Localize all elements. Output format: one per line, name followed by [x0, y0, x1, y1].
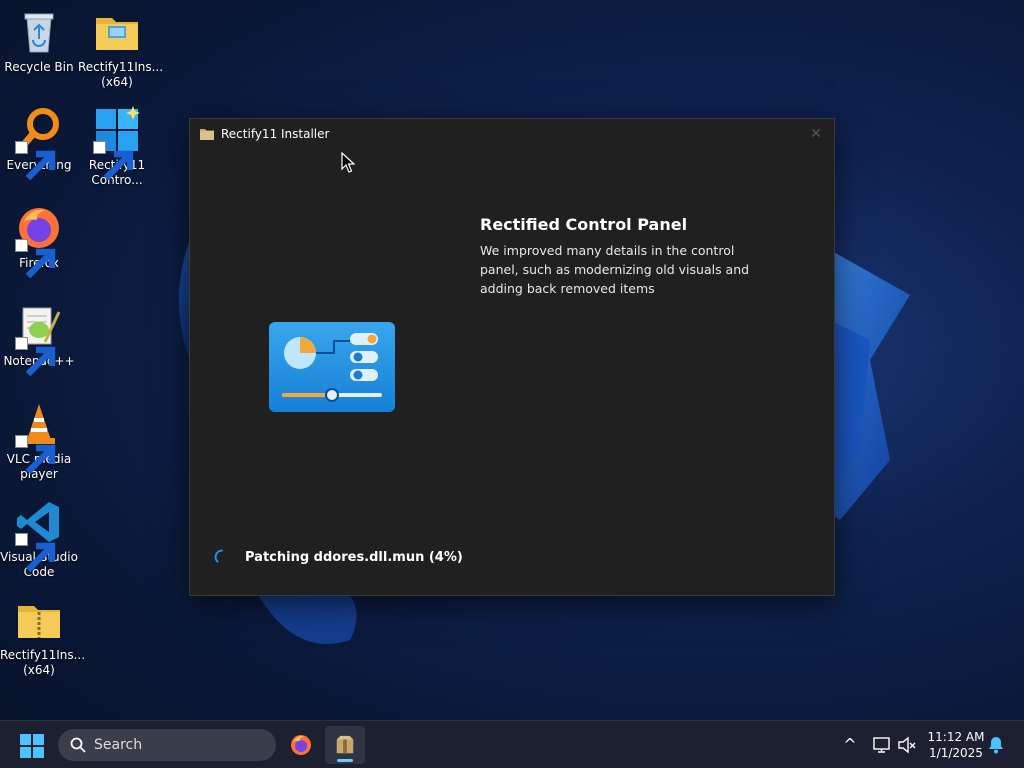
shortcut-arrow-icon — [15, 337, 56, 377]
mouse-cursor-icon — [341, 152, 355, 173]
close-button[interactable]: ✕ — [804, 123, 828, 145]
desktop-icon-label: Rectify11Ins... (x64) — [78, 60, 164, 89]
shortcut-arrow-icon — [15, 239, 56, 279]
install-status-text: Patching ddores.dll.mun (4%) — [245, 550, 463, 565]
firefox-icon — [15, 204, 63, 279]
desktop-icon-rectify-installer-zip[interactable]: Rectify11Ins... (x64) — [0, 596, 86, 678]
search-label: Search — [94, 737, 143, 753]
shortcut-arrow-icon — [15, 533, 56, 573]
shortcut-arrow-icon — [15, 435, 56, 475]
clock-time: 11:12 AM — [927, 730, 985, 744]
desktop-icon-label: Recycle Bin — [4, 60, 74, 74]
network-icon[interactable] — [872, 735, 892, 755]
desktop-icon-rectify-installer-top[interactable]: Rectify11Ins... (x64) — [78, 8, 164, 90]
taskbar-firefox-button[interactable] — [281, 726, 321, 764]
installer-title: Rectify11 Installer — [221, 127, 330, 141]
taskbar-clock[interactable]: 11:12 AM 1/1/2025 — [926, 729, 986, 761]
installer-app-icon — [200, 129, 214, 140]
installer-titlebar[interactable]: Rectify11 Installer — [190, 119, 834, 149]
shortcut-arrow-icon — [15, 141, 56, 181]
active-app-indicator — [337, 759, 353, 762]
taskbar: Search ^ 11:12 AM 1/1/2025 — [0, 720, 1024, 768]
zip-folder-icon — [15, 596, 63, 644]
feature-description: We improved many details in the control … — [480, 243, 750, 296]
control-panel-illustration-icon — [269, 322, 395, 412]
tray-overflow-chevron-icon[interactable]: ^ — [840, 735, 860, 755]
desktop-icon-recycle-bin[interactable]: Recycle Bin — [0, 8, 78, 75]
desktop-icon-vscode[interactable]: Visual Studio Code — [0, 498, 78, 580]
taskbar-installer-button[interactable] — [325, 726, 365, 764]
notepadpp-icon — [15, 302, 63, 377]
taskbar-search-box[interactable]: Search — [58, 729, 276, 761]
windows-logo-icon — [93, 106, 141, 181]
feature-title: Rectified Control Panel — [480, 215, 688, 234]
vscode-icon — [15, 498, 63, 573]
firefox-icon — [291, 735, 311, 755]
desktop-icon-rectify-control[interactable]: Rectify11 Contro... — [78, 106, 156, 188]
desktop-icon-label: Rectify11Ins... (x64) — [0, 648, 86, 677]
installer-window: Rectify11 Installer ✕ Rectified Control … — [189, 118, 835, 596]
volume-muted-icon[interactable] — [897, 735, 917, 755]
clock-date: 1/1/2025 — [929, 746, 983, 760]
search-icon — [70, 737, 86, 753]
vlc-cone-icon — [15, 400, 63, 475]
recycle-bin-icon — [15, 8, 63, 56]
notification-bell-icon[interactable] — [986, 735, 1006, 755]
start-button[interactable] — [20, 734, 44, 758]
folder-icon — [93, 8, 141, 56]
installer-box-icon — [336, 735, 354, 754]
desktop-icon-everything[interactable]: Everything — [0, 106, 78, 181]
desktop-icon-vlc[interactable]: VLC media player — [0, 400, 78, 482]
shortcut-arrow-icon — [93, 141, 134, 181]
everything-icon — [15, 106, 63, 181]
desktop-icon-notepadpp[interactable]: Notepad++ — [0, 302, 78, 377]
loading-spinner-icon — [214, 549, 223, 563]
desktop-icon-firefox[interactable]: Firefox — [0, 204, 78, 279]
